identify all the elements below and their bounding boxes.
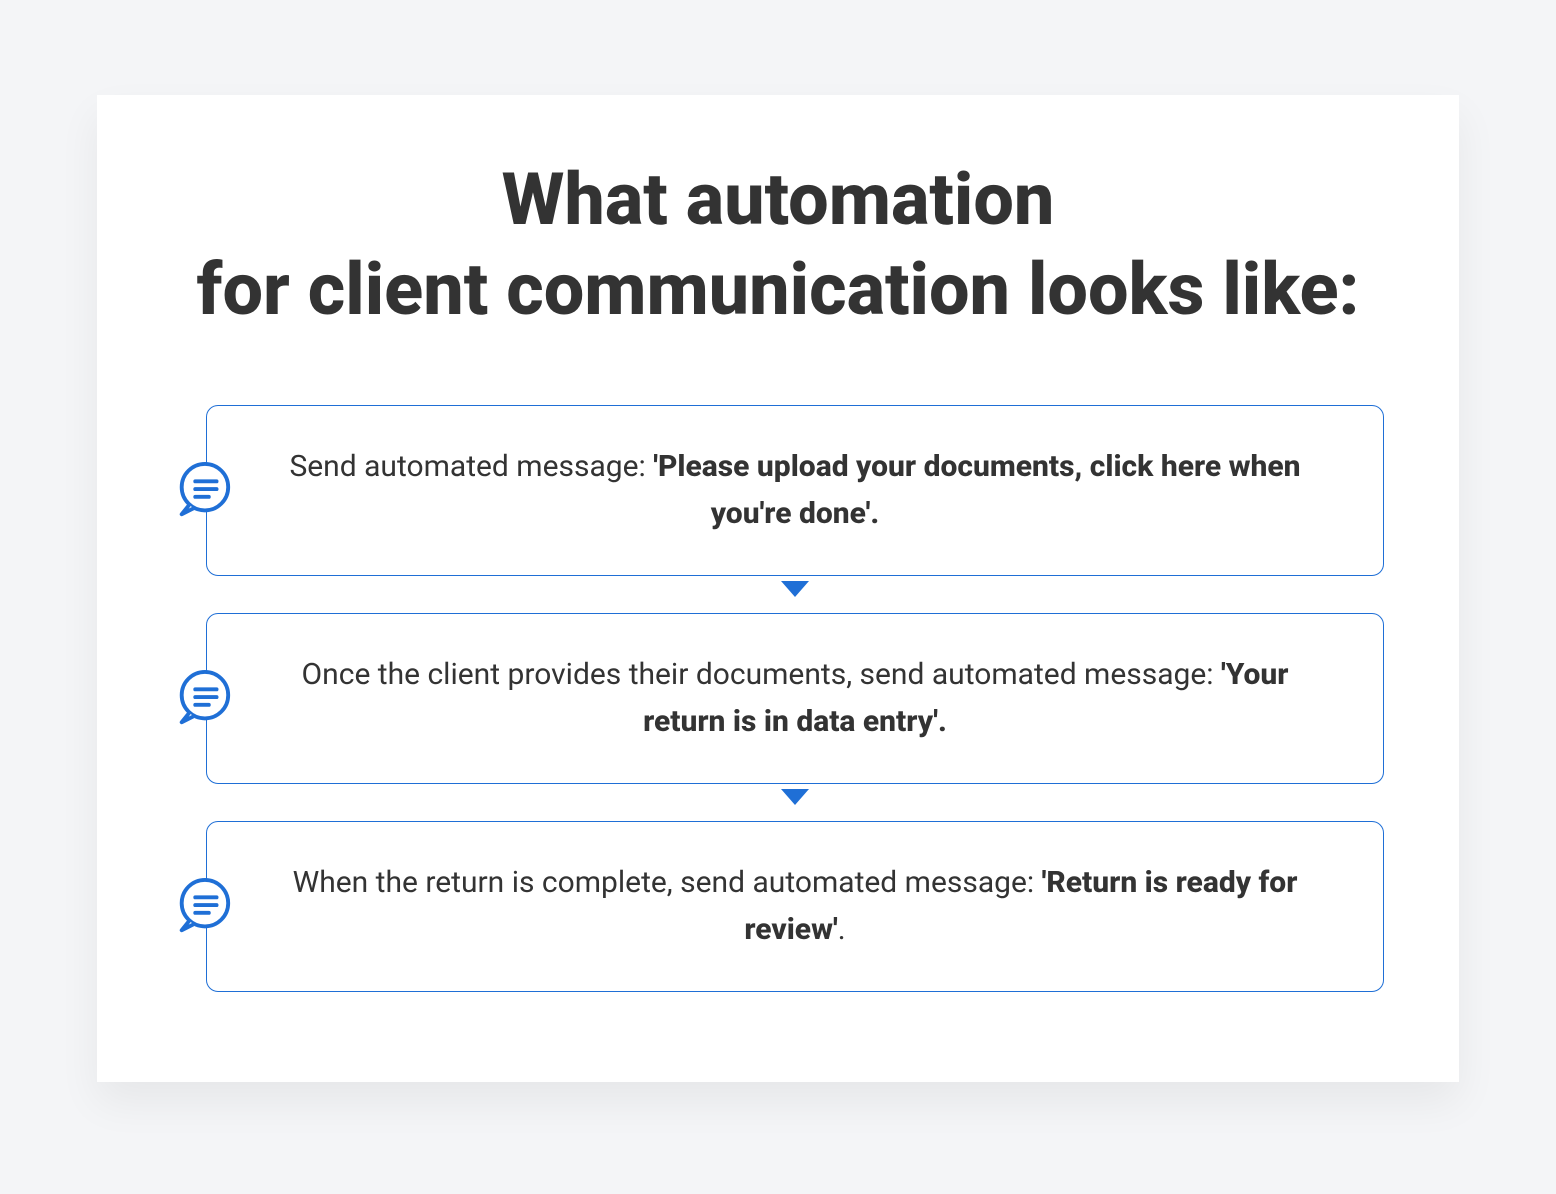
card-title: What automation for client communication…: [172, 155, 1384, 335]
chat-icon: [172, 460, 234, 522]
step-bold: 'Please upload your documents, click her…: [653, 449, 1300, 531]
arrow-down-icon: [781, 581, 809, 597]
title-line-1: What automation: [502, 157, 1055, 242]
step-box: Send automated message: 'Please upload y…: [206, 405, 1384, 576]
flow-arrow: [206, 576, 1384, 613]
step-prefix: When the return is complete, send automa…: [293, 865, 1042, 900]
step-row: Send automated message: 'Please upload y…: [172, 405, 1384, 576]
step-row: When the return is complete, send automa…: [172, 821, 1384, 992]
step-prefix: Once the client provides their documents…: [302, 657, 1221, 692]
step-prefix: Send automated message:: [289, 449, 653, 484]
info-card: What automation for client communication…: [97, 95, 1459, 1082]
step-suffix: .: [838, 912, 846, 947]
step-box: When the return is complete, send automa…: [206, 821, 1384, 992]
step-box: Once the client provides their documents…: [206, 613, 1384, 784]
title-line-2: for client communication looks like:: [197, 247, 1360, 332]
flow-arrow: [206, 784, 1384, 821]
chat-icon: [172, 668, 234, 730]
arrow-down-icon: [781, 789, 809, 805]
steps-flow: Send automated message: 'Please upload y…: [172, 405, 1384, 992]
chat-icon: [172, 876, 234, 938]
step-row: Once the client provides their documents…: [172, 613, 1384, 784]
